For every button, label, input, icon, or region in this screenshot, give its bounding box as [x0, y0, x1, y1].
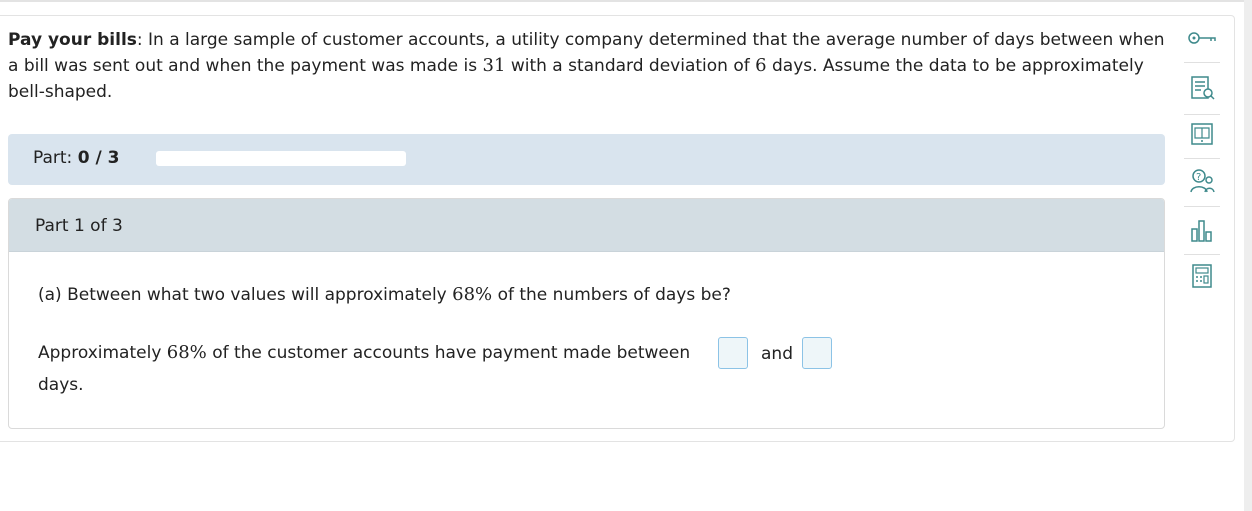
ebook-button[interactable]: [1180, 112, 1224, 156]
part-title: Part 1 of 3: [35, 216, 123, 236]
ebook-icon: [1191, 123, 1213, 145]
days-label: days.: [38, 375, 84, 395]
worksheet-button[interactable]: [1180, 66, 1224, 110]
problem-title: Pay your bills: [8, 30, 137, 50]
problem-statement: Pay your bills: In a large sample of cus…: [8, 27, 1168, 105]
upper-bound-input[interactable]: [802, 337, 832, 369]
progress-value: 0 / 3: [77, 148, 120, 168]
progress-caption: Part:: [33, 148, 73, 168]
scrollbar-track[interactable]: [1244, 0, 1252, 511]
calculator-button[interactable]: [1180, 254, 1224, 298]
answer-prefix: Approximately: [38, 343, 167, 363]
problem-text-2: with a standard deviation of: [505, 56, 756, 76]
question-prefix: (a) Between what two values will approxi…: [38, 285, 453, 305]
question-help-icon: ?: [1190, 169, 1215, 193]
key-button[interactable]: [1180, 16, 1224, 60]
question-text: (a) Between what two values will approxi…: [38, 284, 731, 305]
help-button[interactable]: ?: [1180, 159, 1224, 203]
question-percent: 68%: [452, 284, 493, 305]
and-label: and: [761, 344, 793, 364]
progress-bar: [156, 151, 406, 166]
lower-bound-input[interactable]: [718, 337, 748, 369]
part-panel: Part 1 of 3 (a) Between what two values …: [8, 198, 1165, 429]
worksheet-search-icon: [1191, 76, 1215, 100]
top-border: [0, 0, 1252, 2]
question-suffix: of the numbers of days be?: [492, 285, 731, 305]
mean-value: 31: [482, 55, 506, 76]
progress-panel: Part: 0 / 3: [8, 134, 1165, 185]
answer-middle: of the customer accounts have payment ma…: [206, 343, 691, 363]
svg-text:?: ?: [1196, 172, 1201, 183]
data-table-icon: [1191, 220, 1212, 242]
part-header: Part 1 of 3: [9, 199, 1164, 252]
answer-sentence: Approximately 68% of the customer accoun…: [38, 342, 690, 363]
key-icon: [1188, 32, 1216, 44]
answer-percent: 68%: [166, 342, 207, 363]
tool-divider: [1184, 206, 1220, 207]
tool-divider: [1184, 62, 1220, 63]
sd-value: 6: [755, 55, 767, 76]
calculator-icon: [1192, 264, 1212, 288]
data-button[interactable]: [1180, 209, 1224, 253]
progress-label: Part: 0 / 3: [33, 148, 119, 168]
